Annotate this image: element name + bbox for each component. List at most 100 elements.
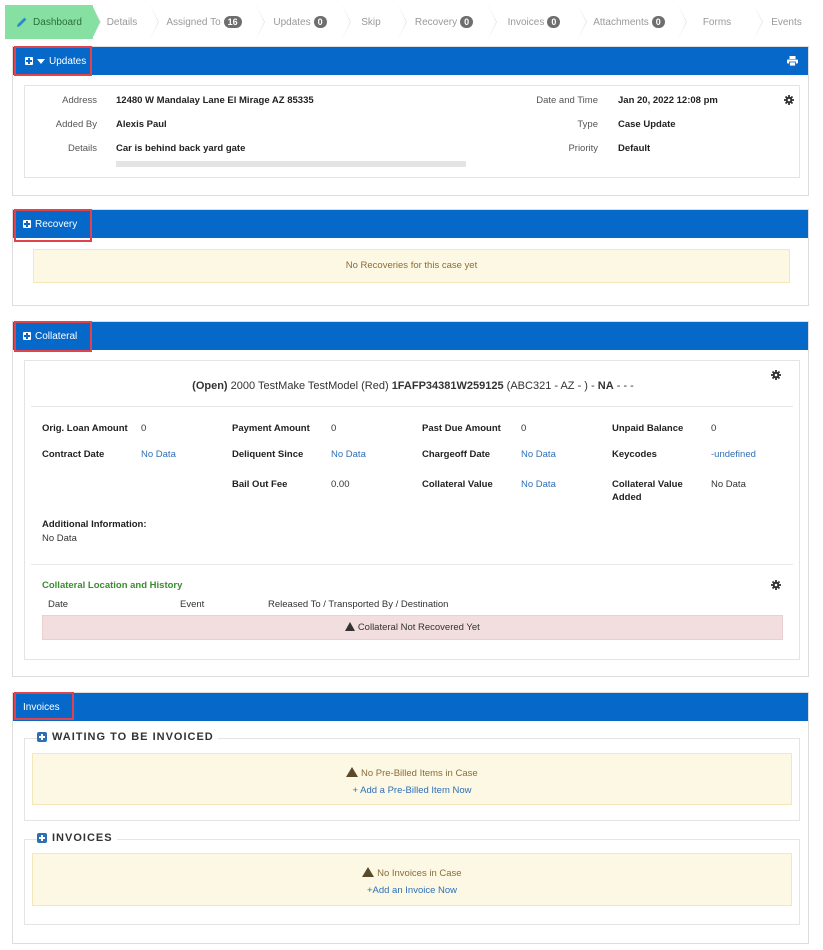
keycodes-label: Keycodes [612,449,657,460]
additional-info-label: Additional Information: [42,519,147,530]
add-icon [37,732,47,742]
invoices-panel-header[interactable]: Invoices [13,693,808,721]
waiting-notice: No Pre-Billed Items in Case + Add a Pre-… [32,753,792,805]
coll-added-label-2: Added [612,492,642,503]
keycodes-value[interactable]: -undefined [711,449,756,460]
print-icon[interactable] [787,56,798,66]
tab-details[interactable]: Details [93,5,159,39]
contract-label: Contract Date [42,449,105,460]
delinquent-value: No Data [331,449,366,460]
vehicle-text: 2000 TestMake TestModel (Red) [230,380,389,392]
vin-text: 1FAFP34381W259125 [391,380,504,392]
invoices-panel: Invoices WAITING TO BE INVOICED No Pre-B… [12,692,809,944]
highlight-box [14,209,92,242]
waiting-empty-line: No Pre-Billed Items in Case [33,765,791,782]
invoices-empty-line: No Invoices in Case [33,865,791,882]
tab-skip[interactable]: Skip [343,5,407,39]
recovery-panel: Recovery No Recoveries for this case yet [12,209,809,306]
warning-icon [346,767,359,777]
type-value: Case Update [618,119,676,130]
tab-events[interactable]: Events [755,5,818,39]
waiting-empty-text: No Pre-Billed Items in Case [360,768,478,779]
address-value: 12480 W Mandalay Lane El Mirage AZ 85335 [116,95,314,106]
invoices-title[interactable]: INVOICES [37,832,117,844]
status-text: (Open) [192,380,228,392]
tab-forms[interactable]: Forms [679,5,763,39]
tab-label: Attachments [593,16,649,28]
add-invoice-link[interactable]: +Add an Invoice Now [33,882,791,899]
address-label: Address [62,95,97,106]
gear-icon[interactable] [771,370,781,380]
waiting-title-text: WAITING TO BE INVOICED [52,731,214,743]
updates-panel: Updates Address 12480 W Mandalay Lane El… [12,46,809,196]
history-title: Collateral Location and History [42,580,183,591]
warning-icon [345,622,356,631]
added-by-value: Alexis Paul [116,119,167,130]
tab-attachments[interactable]: Attachments 0 [579,5,687,39]
collateral-panel-header[interactable]: Collateral [13,322,808,350]
payment-value: 0 [331,423,337,434]
orig-loan-value: 0 [141,423,147,434]
bailout-label: Bail Out Fee [232,479,288,490]
invoices-empty-text: No Invoices in Case [377,868,462,879]
coll-added-value: No Data [711,479,746,490]
empty-message: No Recoveries for this case yet [345,260,478,271]
datetime-label: Date and Time [536,95,598,106]
collateral-summary: (Open) 2000 TestMake TestModel (Red) 1FA… [25,380,801,392]
tab-label: Forms [702,16,732,28]
tab-assigned-to[interactable]: Assigned To 16 [151,5,265,39]
case-tab-bar: Dashboard Details Assigned To 16 Updates… [5,5,818,39]
count-badge: 0 [313,16,327,28]
col-event-header: Event [180,599,205,610]
summary-tail: - - - [616,380,634,392]
plate-text: (ABC321 - AZ - ) - [506,380,595,392]
chargeoff-value: No Data [521,449,556,460]
col-date-header: Date [48,599,69,610]
delinquent-label: Deliquent Since [232,449,304,460]
no-recoveries-notice: No Recoveries for this case yet [33,249,790,283]
collateral-panel: Collateral (Open) 2000 TestMake TestMode… [12,321,809,677]
priority-label: Priority [568,143,598,154]
bailout-value: 0.00 [331,479,350,490]
tab-updates[interactable]: Updates 0 [257,5,351,39]
orig-loan-label: Orig. Loan Amount [42,423,128,434]
details-scrollbar[interactable] [116,161,466,167]
highlight-box [14,46,92,76]
count-badge: 16 [223,16,242,28]
highlight-box [14,321,92,352]
type-label: Type [577,119,598,130]
past-due-value: 0 [521,423,527,434]
payment-label: Payment Amount [232,423,310,434]
history-empty-text: Collateral Not Recovered Yet [357,622,480,633]
additional-info-value: No Data [42,533,77,544]
unpaid-value: 0 [711,423,717,434]
updates-panel-header[interactable]: Updates [13,47,808,75]
tab-label: Recovery [414,16,458,28]
tab-label: Updates [273,16,311,28]
update-entry: Address 12480 W Mandalay Lane El Mirage … [24,85,800,178]
tab-dashboard[interactable]: Dashboard [5,5,101,39]
tab-label: Events [771,16,802,28]
gear-icon[interactable] [771,580,781,590]
tab-recovery[interactable]: Recovery 0 [399,5,497,39]
na-text: NA [597,380,614,392]
tab-label: Dashboard [33,16,82,28]
invoices-notice: No Invoices in Case +Add an Invoice Now [32,853,792,906]
chargeoff-label: Chargeoff Date [422,449,491,460]
history-empty-row: Collateral Not Recovered Yet [42,615,783,640]
add-prebilled-link[interactable]: + Add a Pre-Billed Item Now [33,782,791,799]
gear-icon[interactable] [784,95,794,105]
pencil-icon [17,17,27,27]
tab-invoices[interactable]: Invoices 0 [489,5,587,39]
col-destination-header: Released To / Transported By / Destinati… [268,599,449,610]
waiting-title[interactable]: WAITING TO BE INVOICED [37,731,218,743]
collateral-card: (Open) 2000 TestMake TestModel (Red) 1FA… [24,360,800,660]
details-label: Details [67,143,97,154]
details-value: Car is behind back yard gate [116,143,246,154]
recovery-panel-header[interactable]: Recovery [13,210,808,238]
divider [31,564,793,565]
datetime-value: Jan 20, 2022 12:08 pm [618,95,718,106]
added-by-label: Added By [55,119,97,130]
unpaid-label: Unpaid Balance [612,423,684,434]
past-due-label: Past Due Amount [422,423,501,434]
